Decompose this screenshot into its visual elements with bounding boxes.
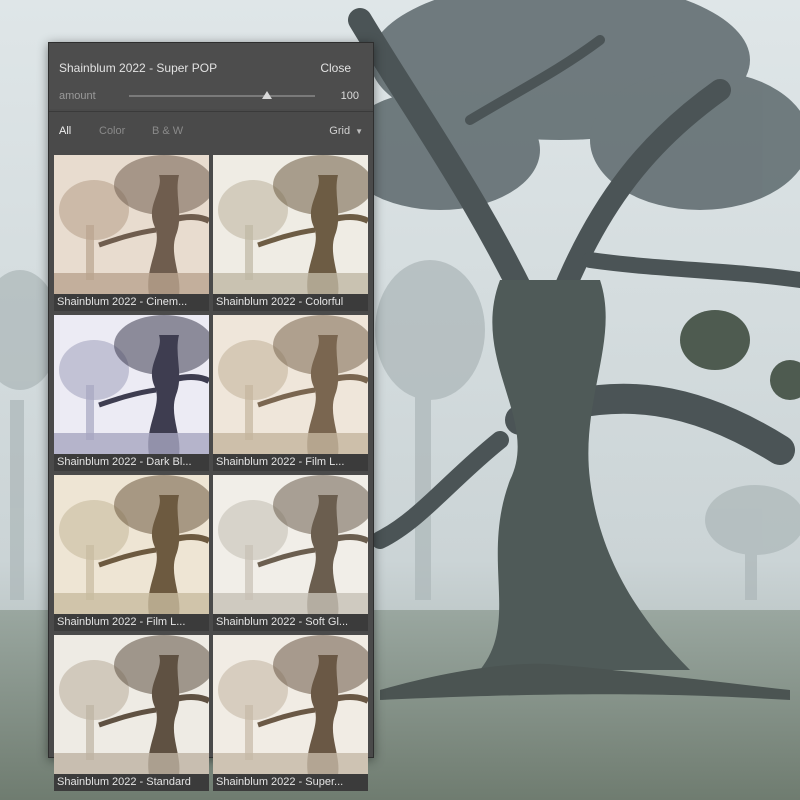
preset-label: Shainblum 2022 - Film L...	[54, 614, 209, 631]
tab-color[interactable]: Color	[99, 125, 125, 137]
preset-label: Shainblum 2022 - Soft Gl...	[213, 614, 368, 631]
preset-thumbnail[interactable]: Shainblum 2022 - Standard	[54, 635, 209, 791]
preset-label: Shainblum 2022 - Cinem...	[54, 294, 209, 311]
close-button[interactable]: Close	[320, 61, 351, 75]
preset-preview-image	[54, 155, 209, 295]
preset-preview-image	[213, 315, 368, 455]
view-mode-label: Grid	[329, 125, 351, 137]
amount-slider-thumb[interactable]	[262, 91, 272, 99]
preset-preview-image	[54, 475, 209, 615]
current-preset-name: Shainblum 2022 - Super POP	[59, 61, 218, 75]
preset-preview-image	[213, 475, 368, 615]
preset-thumbnail[interactable]: Shainblum 2022 - Cinem...	[54, 155, 209, 311]
preset-thumbnail[interactable]: Shainblum 2022 - Soft Gl...	[213, 475, 368, 631]
amount-slider[interactable]	[129, 91, 315, 99]
preset-label: Shainblum 2022 - Film L...	[213, 454, 368, 471]
view-mode-dropdown[interactable]: Grid ▼	[329, 125, 363, 137]
panel-header: Shainblum 2022 - Super POP Close amount …	[49, 43, 373, 109]
preset-thumbnail[interactable]: Shainblum 2022 - Dark Bl...	[54, 315, 209, 471]
preset-label: Shainblum 2022 - Colorful	[213, 294, 368, 311]
preset-label: Shainblum 2022 - Super...	[213, 774, 368, 791]
preset-thumbnail[interactable]: Shainblum 2022 - Film L...	[54, 475, 209, 631]
preset-preview-image	[213, 155, 368, 295]
chevron-down-icon: ▼	[355, 127, 363, 136]
header-divider	[49, 111, 373, 112]
preset-label: Shainblum 2022 - Standard	[54, 774, 209, 791]
amount-value: 100	[340, 90, 359, 102]
tab-all[interactable]: All	[59, 125, 71, 137]
preset-label: Shainblum 2022 - Dark Bl...	[54, 454, 209, 471]
preset-thumbnail[interactable]: Shainblum 2022 - Colorful	[213, 155, 368, 311]
preset-preview-image	[54, 315, 209, 455]
preset-preview-image	[54, 635, 209, 775]
preset-preview-image	[213, 635, 368, 775]
preset-thumbnail[interactable]: Shainblum 2022 - Super...	[213, 635, 368, 791]
tab-bw[interactable]: B & W	[152, 125, 183, 137]
filter-tabs: All Color B & W Grid ▼	[49, 113, 373, 153]
preset-thumbnail[interactable]: Shainblum 2022 - Film L...	[213, 315, 368, 471]
amount-label: amount	[59, 90, 96, 102]
preset-panel: Shainblum 2022 - Super POP Close amount …	[48, 42, 374, 791]
